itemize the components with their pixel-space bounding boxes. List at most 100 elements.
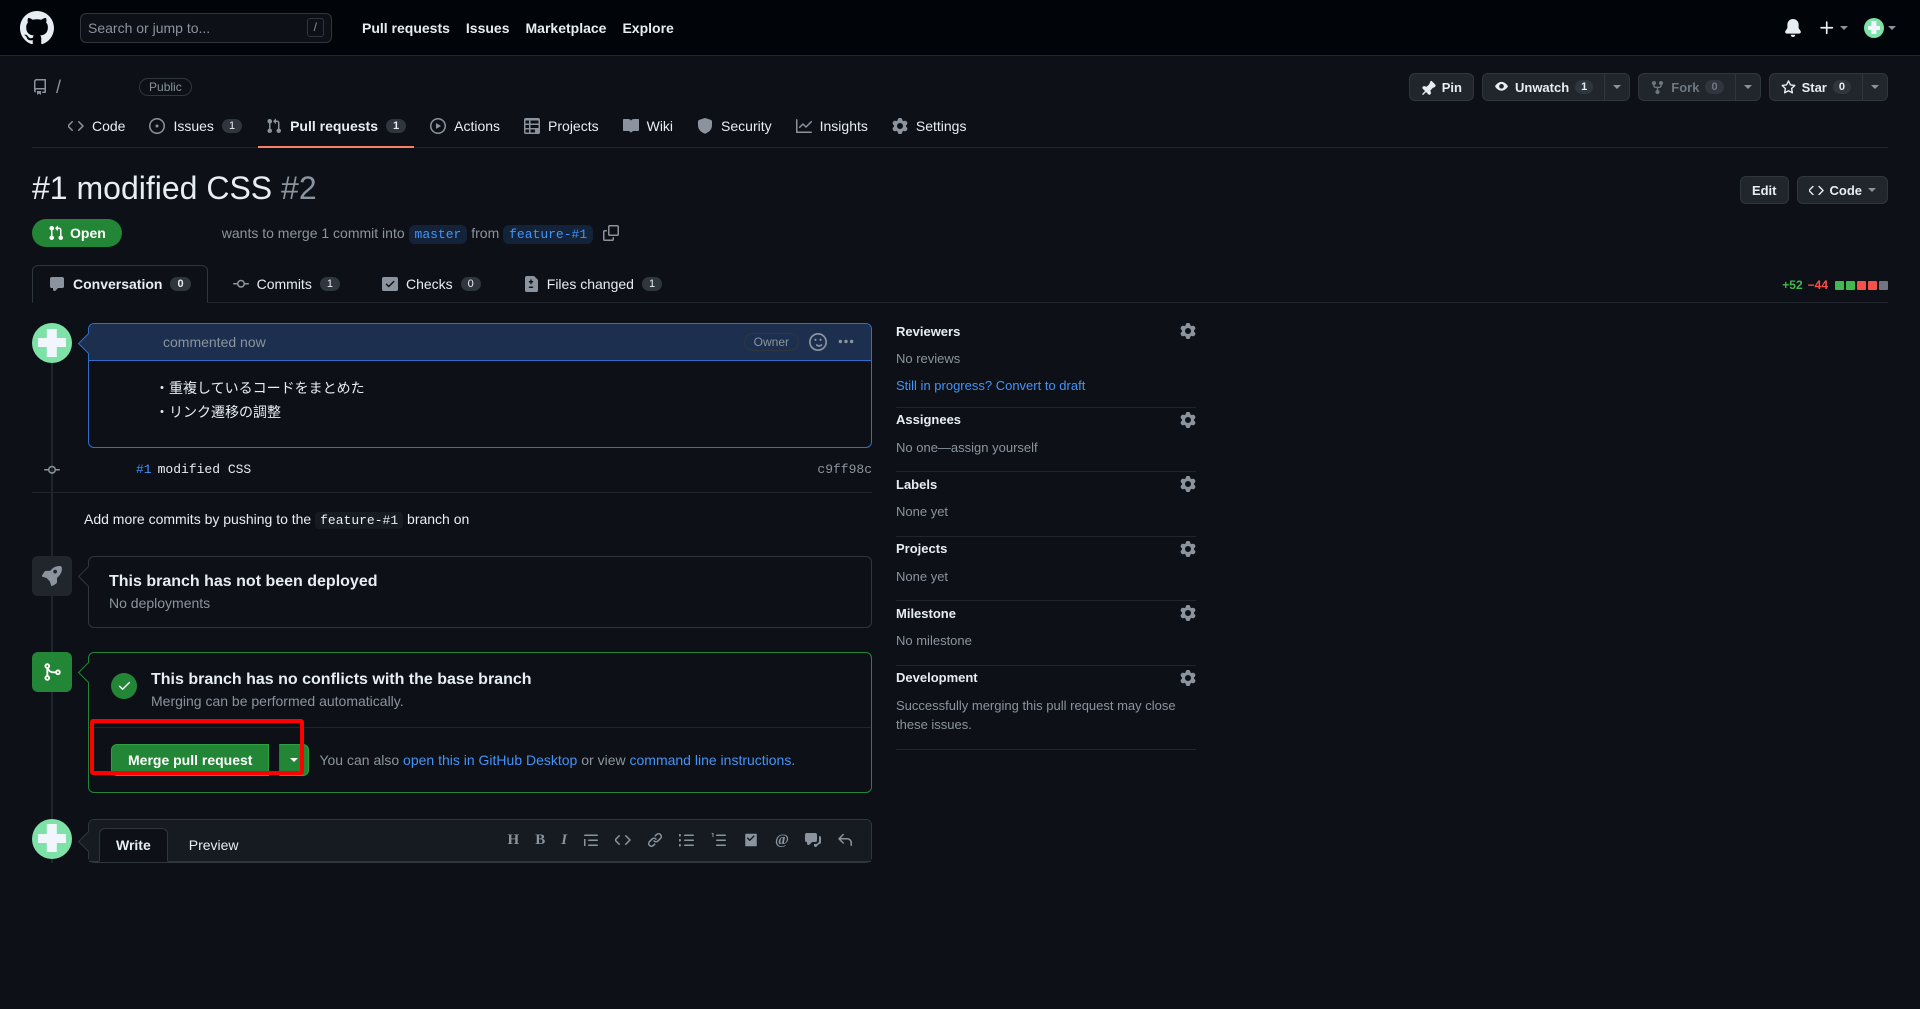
pr-title-actions: Edit Code xyxy=(1739,170,1888,204)
create-new-menu[interactable] xyxy=(1818,19,1848,37)
repo-tab-pull-requests[interactable]: Pull requests 1 xyxy=(258,110,415,148)
tab-label: Checks xyxy=(405,276,453,292)
bold-icon[interactable]: B xyxy=(535,832,545,849)
deployment-status-box: This branch has not been deployed No dep… xyxy=(32,555,872,628)
nav-marketplace[interactable]: Marketplace xyxy=(526,20,607,36)
command-line-link[interactable]: command line instructions xyxy=(630,752,792,768)
head-branch-chip[interactable]: feature-#1 xyxy=(503,224,594,244)
kebab-horizontal-icon[interactable] xyxy=(837,333,855,351)
merge-desc-mid: from xyxy=(471,224,500,241)
fork-button[interactable]: Fork 0 xyxy=(1638,73,1735,101)
sidebar-text: No reviews xyxy=(896,351,961,366)
repo-tab-insights[interactable]: Insights xyxy=(788,110,876,148)
link-icon[interactable] xyxy=(647,832,663,848)
comment-icon xyxy=(50,277,64,291)
nav-pull-requests[interactable]: Pull requests xyxy=(362,20,450,36)
task-list-icon[interactable] xyxy=(743,832,759,848)
nav-issues[interactable]: Issues xyxy=(466,20,510,36)
repo-tab-actions[interactable]: Actions xyxy=(422,110,508,148)
gear-icon[interactable] xyxy=(1180,669,1196,686)
tab-label: Commits xyxy=(256,276,312,292)
unwatch-button[interactable]: Unwatch 1 xyxy=(1481,73,1605,101)
star-button[interactable]: Star 0 xyxy=(1768,73,1862,101)
tab-write[interactable]: Write xyxy=(99,827,168,862)
code-icon[interactable] xyxy=(615,832,631,848)
merge-description: wants to merge 1 commit into master from… xyxy=(222,224,620,244)
star-dropdown-button[interactable] xyxy=(1862,73,1888,101)
italic-icon[interactable]: I xyxy=(561,832,567,849)
sidebar-text: Successfully merging this pull request m… xyxy=(896,697,1176,733)
diff-block xyxy=(1846,280,1855,290)
smiley-icon[interactable] xyxy=(809,333,827,351)
fork-label: Fork xyxy=(1671,79,1700,95)
unwatch-dropdown-button[interactable] xyxy=(1604,73,1631,101)
gear-icon xyxy=(892,118,908,134)
fork-dropdown-button[interactable] xyxy=(1734,73,1761,101)
pr-number: #2 xyxy=(281,170,317,206)
edit-button[interactable]: Edit xyxy=(1739,176,1789,204)
search-input[interactable]: Search or jump to... / xyxy=(80,12,332,43)
repo-tab-issues[interactable]: Issues 1 xyxy=(141,110,250,148)
repo-tab-count: 1 xyxy=(221,119,243,133)
pin-button[interactable]: Pin xyxy=(1408,73,1474,101)
repo-actions: Pin Unwatch 1 Fork 0 Star 0 xyxy=(1408,73,1888,101)
bell-icon[interactable] xyxy=(1784,18,1802,37)
merge-title: This branch has no conflicts with the ba… xyxy=(151,670,532,688)
comment-timestamp: commented now xyxy=(163,334,266,350)
copy-icon[interactable] xyxy=(603,224,620,241)
sidebar-section-header: Reviewers xyxy=(896,323,1196,339)
nav-explore[interactable]: Explore xyxy=(622,20,673,36)
base-branch-chip[interactable]: master xyxy=(408,224,468,244)
repo-tab-code[interactable]: Code xyxy=(60,110,133,148)
repo-tab-wiki[interactable]: Wiki xyxy=(615,110,681,148)
eye-icon xyxy=(1495,81,1508,91)
github-mark-icon[interactable] xyxy=(20,10,54,45)
shield-icon xyxy=(698,118,713,134)
code-button[interactable]: Code xyxy=(1796,176,1888,204)
repo-tab-label: Insights xyxy=(819,118,868,134)
chevron-down-icon xyxy=(1613,85,1622,89)
plus-icon xyxy=(1820,20,1834,34)
repo-tab-projects[interactable]: Projects xyxy=(516,110,607,148)
diff-deletions: −44 xyxy=(1807,278,1828,292)
tab-preview[interactable]: Preview xyxy=(172,828,256,862)
reply-icon[interactable] xyxy=(837,832,853,848)
tab-commits[interactable]: Commits 1 xyxy=(216,265,357,303)
github-desktop-link[interactable]: open this in GitHub Desktop xyxy=(403,752,577,768)
merge-dropdown-button[interactable] xyxy=(279,743,310,776)
repo-tab-label: Wiki xyxy=(646,118,674,134)
mention-icon[interactable]: @ xyxy=(775,832,789,849)
tab-files-changed[interactable]: Files changed 1 xyxy=(506,265,679,303)
repo-tab-settings[interactable]: Settings xyxy=(884,110,975,148)
gear-icon[interactable] xyxy=(1180,540,1196,557)
commit-sha[interactable]: c9ff98c xyxy=(817,462,872,477)
reference-icon[interactable] xyxy=(805,832,821,848)
comment-body: ・重複しているコードをまとめた ・リンク遷移の調整 xyxy=(89,361,871,447)
ordered-list-icon[interactable] xyxy=(711,832,727,848)
deployment-panel: This branch has not been deployed No dep… xyxy=(88,555,872,628)
repo-tab-label: Pull requests xyxy=(290,118,378,134)
repo-header: / Public Pin Unwatch 1 Fork 0 Star 0 Cod… xyxy=(0,56,1920,148)
code-icon xyxy=(68,121,84,131)
merge-note-mid: or view xyxy=(581,751,626,768)
gear-icon[interactable] xyxy=(1180,605,1196,621)
gear-icon[interactable] xyxy=(1180,323,1196,339)
edit-label: Edit xyxy=(1751,182,1777,198)
commit-link[interactable]: #1 xyxy=(136,462,152,477)
gear-icon[interactable] xyxy=(1180,476,1196,492)
tab-conversation[interactable]: Conversation 0 xyxy=(32,265,208,303)
pr-title-text: #1 modified CSS xyxy=(32,170,273,206)
comment-line-1: ・重複しているコードをまとめた xyxy=(155,380,365,396)
repo-tab-security[interactable]: Security xyxy=(689,110,780,148)
gear-icon[interactable] xyxy=(1180,411,1196,428)
sidebar-text: No milestone xyxy=(896,633,972,648)
convert-to-draft-link[interactable]: Still in progress? Convert to draft xyxy=(896,378,1196,393)
heading-icon[interactable]: H xyxy=(508,832,520,849)
unordered-list-icon[interactable] xyxy=(679,832,695,848)
merge-pull-request-button[interactable]: Merge pull request xyxy=(111,743,270,776)
sidebar-section-reviewers: Reviewers No reviews Still in progress? … xyxy=(896,323,1196,408)
tab-checks[interactable]: Checks 0 xyxy=(365,265,498,303)
comment-header-actions: Owner xyxy=(743,333,855,351)
user-menu[interactable] xyxy=(1864,17,1896,38)
quote-icon[interactable] xyxy=(583,832,599,848)
